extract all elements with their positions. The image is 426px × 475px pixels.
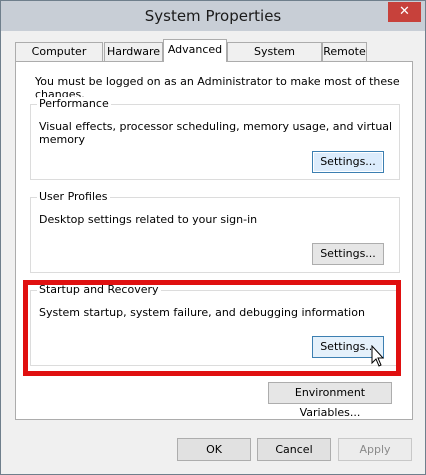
performance-group: Performance Visual effects, processor sc… — [30, 97, 400, 180]
tab-system-protection[interactable]: System Protection — [227, 42, 322, 75]
performance-settings-button[interactable]: Settings... — [312, 151, 384, 173]
mouse-pointer-icon — [371, 345, 385, 367]
cancel-button[interactable]: Cancel — [257, 438, 331, 461]
tab-remote[interactable]: Remote — [322, 42, 367, 62]
ok-button[interactable]: OK — [177, 438, 251, 461]
performance-title: Performance — [37, 97, 111, 110]
apply-button[interactable]: Apply — [338, 438, 412, 461]
environment-variables-button[interactable]: Environment Variables... — [268, 382, 392, 419]
close-icon: ✕ — [399, 4, 410, 19]
startup-recovery-title: Startup and Recovery — [37, 283, 161, 296]
window-title: System Properties — [144, 7, 282, 25]
user-profiles-title: User Profiles — [37, 190, 110, 203]
system-properties-window: System Properties ✕ Computer Name Hardwa… — [0, 0, 426, 475]
tab-hardware[interactable]: Hardware — [104, 42, 163, 62]
advanced-tab-panel: You must be logged on as an Administrato… — [15, 61, 413, 420]
startup-recovery-description: System startup, system failure, and debu… — [39, 306, 365, 319]
title-bar[interactable]: System Properties ✕ — [1, 1, 425, 31]
close-button[interactable]: ✕ — [388, 2, 421, 22]
user-profiles-description: Desktop settings related to your sign-in — [39, 213, 258, 226]
performance-description: Visual effects, processor scheduling, me… — [39, 120, 393, 146]
tab-advanced[interactable]: Advanced — [163, 39, 227, 62]
startup-recovery-group: Startup and Recovery System startup, sys… — [30, 283, 400, 366]
user-profiles-settings-button[interactable]: Settings... — [312, 243, 384, 265]
tab-computer-name[interactable]: Computer Name — [15, 42, 103, 75]
user-profiles-group: User Profiles Desktop settings related t… — [30, 190, 400, 273]
